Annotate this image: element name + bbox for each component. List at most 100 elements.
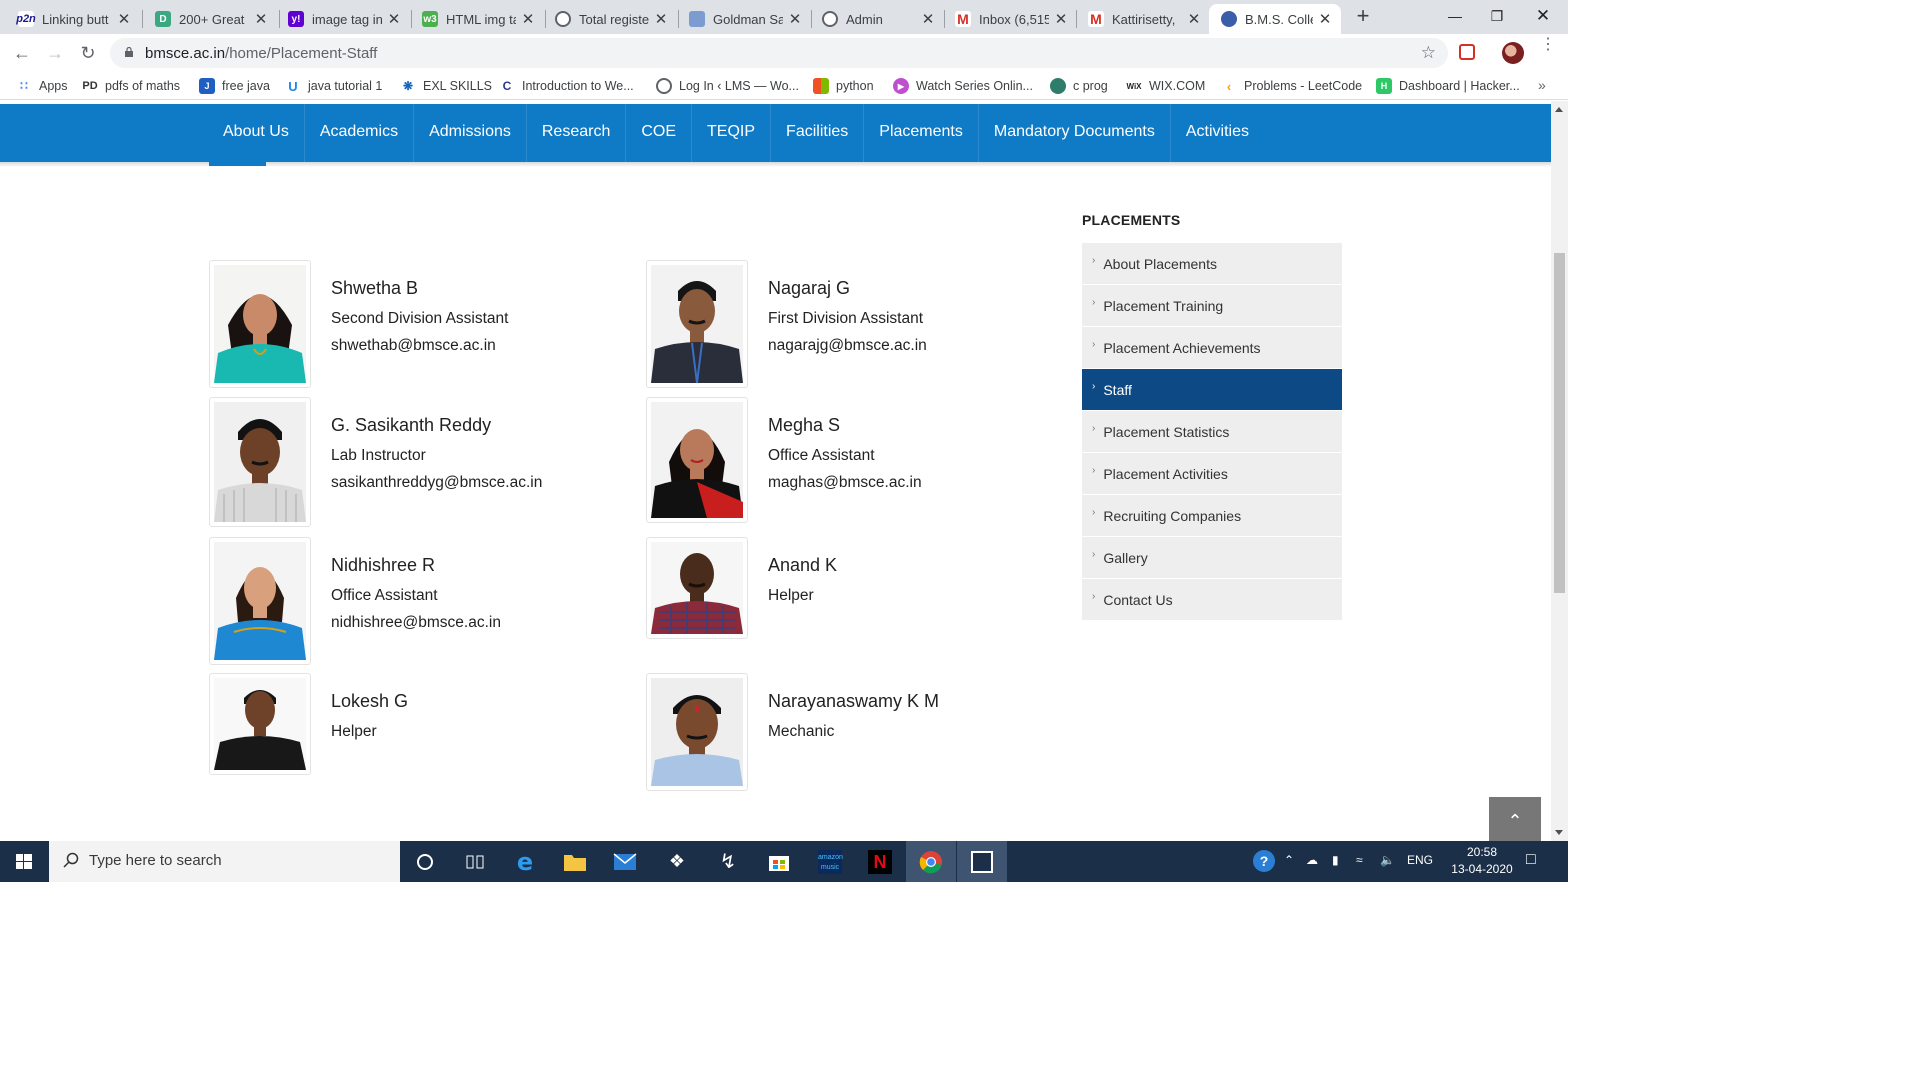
bookmark-lms[interactable]: Log In ‹ LMS — Wo... <box>656 77 799 95</box>
menu-kebab-icon[interactable]: ⋮ <box>1540 37 1556 53</box>
bookmark-java-tutorial[interactable]: U java tutorial 1 <box>285 77 382 95</box>
tab-html-img[interactable]: w3 HTML img ta ✕ <box>410 4 544 34</box>
staff-email[interactable]: nagarajg@bmsce.ac.in <box>768 337 927 355</box>
tab-inbox[interactable]: M Inbox (6,515 ✕ <box>943 4 1077 34</box>
sidebar-item-recruiting-companies[interactable]: › Recruiting Companies <box>1082 495 1342 537</box>
volume-icon[interactable]: 🔈 <box>1380 853 1395 867</box>
edge-icon[interactable]: e <box>500 841 550 882</box>
bookmark-hackerrank[interactable]: H Dashboard | Hacker... <box>1376 77 1520 95</box>
mail-icon[interactable] <box>600 841 650 882</box>
close-window-icon[interactable]: ✕ <box>1520 4 1566 28</box>
nav-facilities[interactable]: Facilities <box>771 104 865 162</box>
amazon-music-icon[interactable]: amazon music <box>805 841 855 882</box>
nav-research[interactable]: Research <box>527 104 627 162</box>
nav-mandatory-documents[interactable]: Mandatory Documents <box>979 104 1171 162</box>
start-button[interactable] <box>0 841 48 882</box>
staff-email[interactable]: sasikanthreddyg@bmsce.ac.in <box>331 474 542 492</box>
bookmark-watch-series[interactable]: ▶ Watch Series Onlin... <box>893 77 1033 95</box>
tab-goldman[interactable]: Goldman Sa ✕ <box>677 4 811 34</box>
bookmarks-more-icon[interactable]: » <box>1538 77 1546 93</box>
close-icon[interactable]: ✕ <box>116 10 132 28</box>
dropbox-icon[interactable]: ❖ <box>652 841 702 882</box>
tab-bms-college[interactable]: B.M.S. Colle ✕ <box>1209 4 1341 34</box>
bookmark-leetcode[interactable]: ‹ Problems - LeetCode <box>1221 77 1362 95</box>
close-icon[interactable]: ✕ <box>653 10 669 28</box>
bookmark-star-icon[interactable]: ☆ <box>1421 43 1436 63</box>
bookmark-python[interactable]: python <box>813 77 874 95</box>
nav-admissions[interactable]: Admissions <box>414 104 527 162</box>
chrome-icon[interactable] <box>906 841 956 882</box>
forward-arrow-icon[interactable]: → <box>42 40 68 66</box>
store-icon[interactable] <box>754 841 804 882</box>
clock[interactable]: 20:58 13-04-2020 <box>1444 844 1520 878</box>
bookmark-free-java[interactable]: J free java <box>199 77 270 95</box>
extension-icon[interactable] <box>1459 44 1475 60</box>
profile-avatar[interactable] <box>1502 42 1524 64</box>
close-icon[interactable]: ✕ <box>386 10 402 28</box>
reload-icon[interactable]: ↻ <box>75 40 101 66</box>
bookmark-c-prog[interactable]: c prog <box>1050 77 1108 95</box>
sidebar-item-placement-achievements[interactable]: › Placement Achievements <box>1082 327 1342 369</box>
nav-teqip[interactable]: TEQIP <box>692 104 772 162</box>
close-icon[interactable]: ✕ <box>920 10 936 28</box>
cloud-icon[interactable]: ☁ <box>1306 853 1318 867</box>
staff-email[interactable]: shwethab@bmsce.ac.in <box>331 337 496 355</box>
bookmark-intro-web[interactable]: C Introduction to We... <box>499 77 634 95</box>
nav-placements[interactable]: Placements <box>864 104 979 162</box>
new-tab-button[interactable]: + <box>1352 5 1374 27</box>
sidebar-item-placement-activities[interactable]: › Placement Activities <box>1082 453 1342 495</box>
tab-200-great[interactable]: D 200+ Great ✕ <box>143 4 277 34</box>
battery-icon[interactable]: ▮ <box>1332 853 1339 867</box>
page-scrollbar[interactable] <box>1551 101 1568 841</box>
taskbar-search[interactable]: Type here to search <box>49 841 400 882</box>
staff-email[interactable]: nidhishree@bmsce.ac.in <box>331 614 501 632</box>
tab-linking-buttons[interactable]: p2n Linking butt ✕ <box>6 4 140 34</box>
sidebar-item-about-placements[interactable]: › About Placements <box>1082 243 1342 285</box>
scroll-up-icon[interactable] <box>1555 107 1563 112</box>
back-to-top-button[interactable]: ⌃ <box>1489 797 1541 841</box>
minimize-icon[interactable]: — <box>1432 4 1478 28</box>
cortana-icon[interactable] <box>400 841 450 882</box>
bookmark-exl-skills[interactable]: ❋ EXL SKILLS <box>400 77 492 95</box>
help-icon[interactable]: ? <box>1253 850 1275 872</box>
staff-photo <box>646 537 748 639</box>
wifi-icon[interactable]: ≈ <box>1356 853 1363 867</box>
close-icon[interactable]: ✕ <box>520 10 536 28</box>
back-arrow-icon[interactable]: ← <box>9 40 35 66</box>
chevron-up-icon[interactable]: ⌃ <box>1284 853 1294 867</box>
bookmark-pdfs-of-maths[interactable]: PD pdfs of maths <box>82 77 180 95</box>
app-icon[interactable] <box>957 841 1007 882</box>
close-icon[interactable]: ✕ <box>1317 10 1333 28</box>
language-indicator[interactable]: ENG <box>1407 853 1433 867</box>
sidebar-item-placement-training[interactable]: › Placement Training <box>1082 285 1342 327</box>
close-icon[interactable]: ✕ <box>1186 10 1202 28</box>
staff-email[interactable]: maghas@bmsce.ac.in <box>768 474 922 492</box>
file-explorer-icon[interactable] <box>550 841 600 882</box>
nav-activities[interactable]: Activities <box>1171 104 1264 162</box>
close-icon[interactable]: ✕ <box>787 10 803 28</box>
tab-total-registered[interactable]: Total registe ✕ <box>543 4 677 34</box>
notification-icon[interactable]: □ <box>1526 851 1536 869</box>
address-bar[interactable]: bmsce.ac.in/home/Placement-Staff ☆ <box>110 38 1448 68</box>
sidebar-item-contact-us[interactable]: › Contact Us <box>1082 579 1342 621</box>
tab-kattirisetty[interactable]: M Kattirisetty, ✕ <box>1076 4 1210 34</box>
scroll-down-icon[interactable] <box>1555 830 1563 835</box>
netflix-icon[interactable]: N <box>855 841 905 882</box>
nav-academics[interactable]: Academics <box>305 104 415 162</box>
bookmark-apps[interactable]: ∷ Apps <box>16 77 68 95</box>
sidebar-item-placement-statistics[interactable]: › Placement Statistics <box>1082 411 1342 453</box>
close-icon[interactable]: ✕ <box>1053 10 1069 28</box>
tab-image-tag[interactable]: y! image tag in ✕ <box>276 4 410 34</box>
nav-about-us[interactable]: About Us <box>208 104 305 162</box>
staff-photo-man <box>651 542 743 634</box>
sidebar-item-staff[interactable]: › Staff <box>1082 369 1342 411</box>
lightning-icon[interactable]: ↯ <box>703 841 753 882</box>
task-view-icon[interactable] <box>450 841 500 882</box>
bookmark-wix[interactable]: WiX WIX.COM <box>1126 77 1205 95</box>
restore-icon[interactable]: ❐ <box>1474 4 1520 28</box>
sidebar-item-gallery[interactable]: › Gallery <box>1082 537 1342 579</box>
tab-admin[interactable]: Admin ✕ <box>810 4 944 34</box>
nav-coe[interactable]: COE <box>626 104 693 162</box>
close-icon[interactable]: ✕ <box>253 10 269 28</box>
scroll-thumb[interactable] <box>1554 253 1565 593</box>
